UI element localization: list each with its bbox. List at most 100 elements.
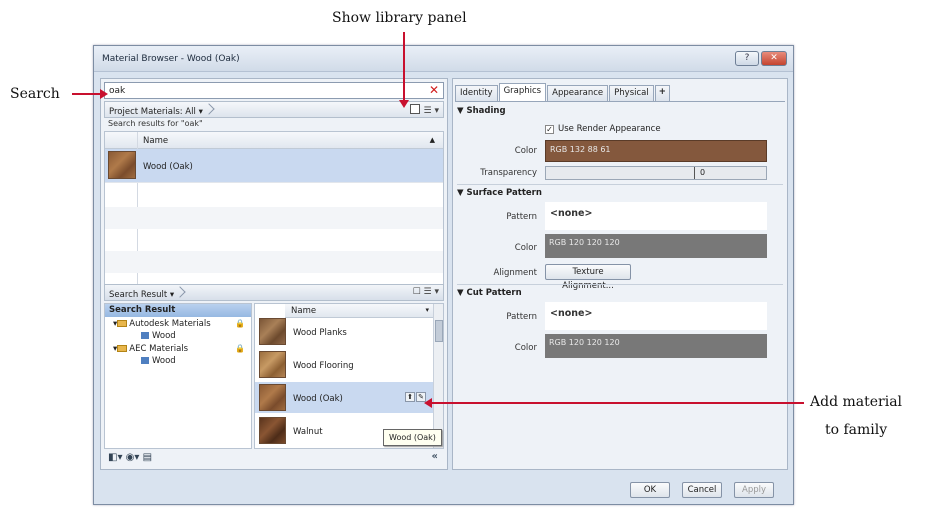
divider (457, 184, 783, 185)
library-tree: Search Result ▾ Autodesk Materials 🔒 Wood… (104, 303, 252, 449)
callout-arrowhead (399, 100, 409, 108)
cut-pattern-label: Pattern (506, 312, 537, 322)
transparency-label: Transparency (480, 168, 537, 178)
section-shading[interactable]: ▼ Shading (457, 106, 506, 116)
tree-item-autodesk-materials[interactable]: ▾ Autodesk Materials (113, 319, 211, 329)
alignment-label: Alignment (493, 268, 537, 278)
project-material-row[interactable]: Wood (Oak) (105, 149, 443, 183)
library-item[interactable]: Wood Flooring (255, 349, 433, 380)
surface-pattern-label: Pattern (506, 212, 537, 222)
section-surface-pattern[interactable]: ▼ Surface Pattern (457, 188, 542, 198)
ok-button[interactable]: OK (630, 482, 670, 498)
shading-color-swatch[interactable]: RGB 132 88 61 (545, 140, 767, 162)
project-materials-bar: Project Materials: All ▾ ☰ ▾ (104, 101, 444, 118)
window-title: Material Browser - Wood (Oak) (102, 54, 240, 64)
surface-color-swatch[interactable]: RGB 120 120 120 (545, 234, 767, 258)
close-button[interactable]: ✕ (761, 51, 787, 66)
clear-search-icon[interactable]: ✕ (429, 83, 439, 97)
cut-color-swatch[interactable]: RGB 120 120 120 (545, 334, 767, 358)
grid-column-name[interactable]: Name (143, 136, 168, 146)
divider (457, 284, 783, 285)
tree-item-wood-aec[interactable]: Wood (141, 356, 176, 366)
cancel-button[interactable]: Cancel (682, 482, 722, 498)
transparency-slider[interactable]: 0 (545, 166, 767, 180)
search-value: oak (109, 86, 126, 96)
library-bar: Search Result ▾ ☐ ☰ ▾ (104, 284, 444, 301)
library-item-selected[interactable]: Wood (Oak) ⬆ ✎ (255, 382, 433, 413)
surface-color-label: Color (514, 243, 537, 253)
tab-graphics[interactable]: Graphics (498, 83, 547, 101)
use-render-appearance-checkbox[interactable]: ✓ Use Render Appearance (545, 124, 661, 134)
wood-flooring-swatch (259, 351, 286, 378)
tree-header-search-result[interactable]: Search Result (105, 304, 251, 317)
library-footer: ◧▾ ◉▾ ▤ « (104, 450, 444, 468)
title-bar: Material Browser - Wood (Oak) ? ✕ (94, 46, 793, 72)
lock-icon: 🔒 (235, 344, 245, 353)
right-panel: Identity Graphics Appearance Physical + ▼ Sh… (452, 78, 788, 470)
annotation-show-library-panel: Show library panel (332, 10, 467, 26)
library-icon (141, 357, 149, 364)
grid-header: Name ▲ (105, 132, 443, 149)
texture-alignment-button[interactable]: Texture Alignment... (545, 264, 631, 291)
collapse-panel-icon[interactable]: « (432, 451, 438, 462)
annotation-search: Search (10, 86, 60, 102)
tab-physical[interactable]: Physical (609, 85, 654, 101)
callout-line-add-material (430, 402, 804, 404)
checkbox-box[interactable]: ✓ (545, 125, 554, 134)
library-icon (141, 332, 149, 339)
tab-identity[interactable]: Identity (455, 85, 498, 101)
apply-button[interactable]: Apply (734, 482, 774, 498)
project-materials-grid: Name ▲ Wood (Oak) (104, 131, 444, 300)
wood-oak-swatch (259, 384, 286, 411)
list-dropdown-icon[interactable]: ▾ (425, 306, 429, 314)
library-item-name: Walnut (293, 427, 323, 437)
library-item-name: Wood Flooring (293, 361, 354, 371)
library-item-name: Wood Planks (293, 328, 347, 338)
scrollbar-thumb[interactable] (435, 320, 443, 342)
show-library-panel-icon[interactable] (409, 104, 420, 114)
tooltip: Wood (Oak) (383, 429, 442, 446)
list-column-name[interactable]: Name (291, 306, 316, 316)
walnut-swatch (259, 417, 286, 444)
callout-arrowhead (424, 398, 432, 408)
surface-pattern-field[interactable]: <none> (545, 202, 767, 230)
add-tab-button[interactable]: + (654, 85, 670, 101)
property-tabs: Identity Graphics Appearance Physical + (455, 83, 671, 101)
callout-line-search (72, 93, 102, 95)
library-item[interactable]: Wood Planks (255, 316, 433, 347)
wood-oak-swatch (108, 151, 136, 179)
empty-row (105, 207, 443, 229)
sort-ascending-icon[interactable]: ▲ (430, 136, 435, 144)
search-input[interactable]: oak ✕ (104, 82, 444, 99)
annotation-add-material-line2: to family (825, 422, 888, 438)
view-options-icon[interactable]: ☰ ▾ (424, 106, 439, 116)
project-materials-filter[interactable]: Project Materials: All ▾ (109, 107, 213, 117)
cut-color-label: Color (514, 343, 537, 353)
left-panel: oak ✕ Project Materials: All ▾ ☰ ▾ Searc… (100, 78, 448, 470)
folder-icon (117, 345, 128, 352)
annotation-add-material-line1: Add material (810, 394, 903, 410)
library-filter[interactable]: Search Result ▾ (109, 290, 184, 300)
cut-pattern-field[interactable]: <none> (545, 302, 767, 330)
library-view-options-icon[interactable]: ☐ ☰ ▾ (413, 287, 439, 297)
library-materials-list: Name ▾ Wood Planks Wood Flooring Wood (O… (254, 303, 444, 449)
tab-appearance[interactable]: Appearance (547, 85, 609, 101)
project-material-name: Wood (Oak) (143, 162, 193, 172)
transparency-value[interactable]: 0 (694, 167, 710, 179)
section-cut-pattern[interactable]: ▼ Cut Pattern (457, 288, 522, 298)
shading-color-label: Color (514, 146, 537, 156)
help-button[interactable]: ? (735, 51, 759, 66)
library-footer-icons[interactable]: ◧▾ ◉▾ ▤ (108, 452, 152, 463)
list-scrollbar[interactable] (433, 304, 443, 448)
callout-line-show-library (403, 32, 405, 102)
folder-icon (117, 320, 128, 327)
search-results-label: Search results for "oak" (108, 119, 203, 128)
lock-icon: 🔒 (235, 319, 245, 328)
use-render-appearance-label: Use Render Appearance (558, 124, 661, 134)
tree-item-wood-autodesk[interactable]: Wood (141, 331, 176, 341)
add-to-document-icon[interactable]: ⬆ (405, 392, 415, 402)
wood-planks-swatch (259, 318, 286, 345)
callout-arrowhead (100, 89, 108, 99)
empty-row (105, 251, 443, 273)
tree-item-aec-materials[interactable]: ▾ AEC Materials (113, 344, 188, 354)
